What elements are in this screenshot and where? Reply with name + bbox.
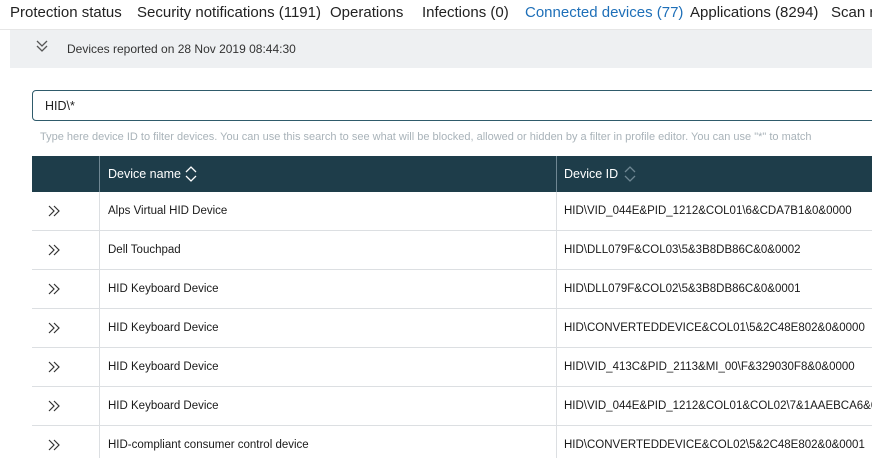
expand-row-icon[interactable] xyxy=(46,203,62,219)
expand-row-icon[interactable] xyxy=(46,359,62,375)
table-row[interactable]: Alps Virtual HID Device HID\VID_044E&PID… xyxy=(32,192,872,231)
tab-security-notifications[interactable]: Security notifications (1191) xyxy=(137,4,321,29)
device-name-cell: HID Keyboard Device xyxy=(108,322,219,334)
devices-report-timestamp: Devices reported on 28 Nov 2019 08:44:30 xyxy=(67,42,296,56)
device-id-cell: HID\CONVERTEDDEVICE&COL02\5&2C48E802&0&0… xyxy=(564,439,865,451)
device-id-cell: HID\DLL079F&COL02\5&3B8DB86C&0&0001 xyxy=(564,283,801,295)
expand-row-icon[interactable] xyxy=(46,281,62,297)
device-id-cell: HID\DLL079F&COL03\5&3B8DB86C&0&0002 xyxy=(564,244,801,256)
sort-icon[interactable] xyxy=(185,165,197,183)
column-device-id[interactable]: Device ID xyxy=(564,156,618,192)
column-device-name-label: Device name xyxy=(108,167,181,181)
expand-row-icon[interactable] xyxy=(46,242,62,258)
chevron-down-double-icon[interactable] xyxy=(34,38,50,54)
device-name-cell: HID-compliant consumer control device xyxy=(108,439,309,451)
device-id-search-input[interactable] xyxy=(32,90,872,121)
devices-report-bar: Devices reported on 28 Nov 2019 08:44:30 xyxy=(10,30,872,68)
device-name-cell: Dell Touchpad xyxy=(108,244,181,256)
device-name-cell: HID Keyboard Device xyxy=(108,283,219,295)
tab-scan-results[interactable]: Scan re xyxy=(831,4,872,29)
tab-protection-status[interactable]: Protection status xyxy=(10,4,122,29)
expand-row-icon[interactable] xyxy=(46,320,62,336)
expand-row-icon[interactable] xyxy=(46,398,62,414)
table-row[interactable]: HID Keyboard Device HID\CONVERTEDDEVICE&… xyxy=(32,309,872,348)
device-id-cell: HID\VID_044E&PID_1212&COL01&COL02\7&1AAE… xyxy=(564,400,872,412)
device-id-cell: HID\CONVERTEDDEVICE&COL01\5&2C48E802&0&0… xyxy=(564,322,865,334)
table-row[interactable]: HID Keyboard Device HID\VID_044E&PID_121… xyxy=(32,387,872,426)
search-hint: Type here device ID to filter devices. Y… xyxy=(40,131,812,143)
device-id-cell: HID\VID_044E&PID_1212&COL01\6&CDA7B1&0&0… xyxy=(564,205,852,217)
sort-icon[interactable] xyxy=(624,165,636,183)
column-device-id-label: Device ID xyxy=(564,167,619,181)
table-row[interactable]: Dell Touchpad HID\DLL079F&COL03\5&3B8DB8… xyxy=(32,231,872,270)
table-row[interactable]: HID-compliant consumer control device HI… xyxy=(32,426,872,458)
table-row[interactable]: HID Keyboard Device HID\VID_413C&PID_211… xyxy=(32,348,872,387)
table-header: Device name Device ID xyxy=(32,156,872,192)
tab-bar: Protection status Security notifications… xyxy=(0,0,872,30)
tab-connected-devices[interactable]: Connected devices (77) xyxy=(525,4,683,29)
expand-row-icon[interactable] xyxy=(46,437,62,453)
device-id-cell: HID\VID_413C&PID_2113&MI_00\F&329030F8&0… xyxy=(564,361,855,373)
device-name-cell: HID Keyboard Device xyxy=(108,400,219,412)
tab-operations[interactable]: Operations xyxy=(330,4,403,29)
device-name-cell: HID Keyboard Device xyxy=(108,361,219,373)
tab-infections[interactable]: Infections (0) xyxy=(422,4,509,29)
table-row[interactable]: HID Keyboard Device HID\DLL079F&COL02\5&… xyxy=(32,270,872,309)
column-device-name[interactable]: Device name xyxy=(108,156,181,192)
device-name-cell: Alps Virtual HID Device xyxy=(108,205,228,217)
tab-applications[interactable]: Applications (8294) xyxy=(690,4,818,29)
